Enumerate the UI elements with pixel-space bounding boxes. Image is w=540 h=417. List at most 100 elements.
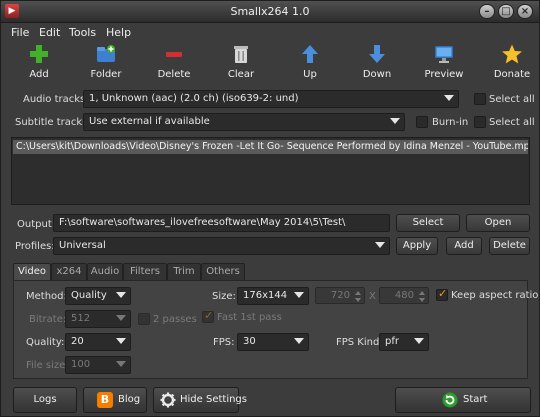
star-icon xyxy=(502,44,522,64)
chevron-down-icon xyxy=(116,292,126,298)
fps-kind-value: pfr xyxy=(385,336,399,347)
audio-select-all-checkbox[interactable] xyxy=(474,93,486,105)
fps-label: FPS: xyxy=(213,337,235,348)
size-select[interactable]: 176x144 xyxy=(237,287,309,305)
folder-icon xyxy=(97,45,115,62)
profiles-label: Profiles: xyxy=(15,241,55,252)
plus-icon xyxy=(30,45,48,63)
menu-edit[interactable]: Edit xyxy=(39,26,60,39)
blogger-icon: B xyxy=(97,392,113,408)
fps-kind-label: FPS Kind: xyxy=(336,337,383,348)
add-button[interactable]: Add xyxy=(6,43,72,80)
file-size-label: File size: xyxy=(26,360,69,371)
start-button[interactable]: Start xyxy=(395,387,531,413)
preview-label: Preview xyxy=(424,69,464,80)
method-select[interactable]: Quality xyxy=(65,287,131,305)
hide-settings-button[interactable]: Hide Settings xyxy=(153,387,247,413)
monitor-icon xyxy=(435,46,453,63)
blog-label: Blog xyxy=(118,394,141,405)
file-list[interactable]: C:\Users\kit\Downloads\Video\Disney's Fr… xyxy=(11,137,530,205)
output-path-field[interactable]: F:\software\softwares_ilovefreesoftware\… xyxy=(53,214,390,232)
donate-button[interactable]: Donate xyxy=(479,43,540,80)
preview-button[interactable]: Preview xyxy=(411,43,477,80)
logs-button[interactable]: Logs xyxy=(13,387,77,413)
logs-label: Logs xyxy=(33,394,57,405)
two-passes-label: 2 passes xyxy=(153,314,197,325)
tab-others[interactable]: Others xyxy=(201,263,245,280)
tab-trim[interactable]: Trim xyxy=(167,263,201,280)
menu-help[interactable]: Help xyxy=(106,26,131,39)
menu-tools[interactable]: Tools xyxy=(69,26,96,39)
dimension-separator: X xyxy=(369,291,376,302)
file-size-value: 100 xyxy=(71,359,91,370)
fast-first-pass-label: Fast 1st pass xyxy=(217,312,282,323)
tab-x264[interactable]: x264 xyxy=(51,263,87,280)
method-value: Quality xyxy=(71,290,107,301)
keep-aspect-ratio-label: Keep aspect ratio xyxy=(451,290,539,301)
stepper-up-icon[interactable] xyxy=(355,291,361,295)
maximize-icon[interactable]: □ xyxy=(498,4,514,19)
up-label: Up xyxy=(303,69,317,80)
add-profile-button[interactable]: Add xyxy=(446,237,482,255)
width-stepper[interactable]: 720 xyxy=(315,287,365,304)
subtitle-select-all-checkbox[interactable] xyxy=(474,116,486,128)
bitrate-select[interactable]: 512 xyxy=(65,310,131,328)
title-bar[interactable]: ▶ Smallx264 1.0 – □ × xyxy=(1,1,539,23)
tab-audio[interactable]: Audio xyxy=(87,263,123,280)
add-label: Add xyxy=(29,69,49,80)
subtitle-tracks-select[interactable]: Use external if available xyxy=(83,113,405,131)
subtitle-select-all-label: Select all xyxy=(489,117,535,128)
audio-tracks-value: 1, Unknown (aac) (2.0 ch) (iso639-2: und… xyxy=(89,93,299,104)
stepper-down-icon[interactable] xyxy=(419,298,425,302)
apply-profile-button[interactable]: Apply xyxy=(396,237,438,255)
fps-select[interactable]: 30 xyxy=(237,333,309,351)
chevron-down-icon xyxy=(414,338,424,344)
audio-tracks-label: Audio tracks: xyxy=(23,94,89,105)
select-output-button[interactable]: Select xyxy=(396,214,460,232)
minimize-icon[interactable]: – xyxy=(479,4,495,19)
clear-button[interactable]: Clear xyxy=(208,43,274,80)
size-value: 176x144 xyxy=(243,290,288,301)
start-label: Start xyxy=(463,394,488,405)
tab-video[interactable]: Video xyxy=(13,263,51,280)
stepper-up-icon[interactable] xyxy=(419,291,425,295)
blog-button[interactable]: B Blog xyxy=(83,387,147,413)
delete-button[interactable]: Delete xyxy=(141,43,207,80)
up-button[interactable]: Up xyxy=(277,43,343,80)
keep-aspect-ratio-checkbox[interactable] xyxy=(436,287,448,301)
folder-button[interactable]: Folder xyxy=(73,43,139,80)
arrow-up-icon xyxy=(302,45,318,63)
menu-bar: File Edit Tools Help xyxy=(1,24,539,41)
fps-kind-select[interactable]: pfr xyxy=(379,333,429,351)
audio-tracks-select[interactable]: 1, Unknown (aac) (2.0 ch) (iso639-2: und… xyxy=(83,90,459,108)
chevron-down-icon xyxy=(294,338,304,344)
burn-in-label: Burn-in xyxy=(432,117,469,128)
two-passes-checkbox[interactable] xyxy=(138,313,150,325)
quality-select[interactable]: 20 xyxy=(65,333,131,351)
tab-filters[interactable]: Filters xyxy=(123,263,167,280)
delete-profile-button[interactable]: Delete xyxy=(489,237,530,255)
file-size-select[interactable]: 100 xyxy=(65,356,131,374)
list-item[interactable]: C:\Users\kit\Downloads\Video\Disney's Fr… xyxy=(13,140,528,154)
fps-value: 30 xyxy=(243,336,256,347)
fast-first-pass-checkbox[interactable] xyxy=(202,309,214,323)
menu-file[interactable]: File xyxy=(11,26,29,39)
open-output-button[interactable]: Open xyxy=(466,214,530,232)
donate-label: Donate xyxy=(493,69,531,80)
chevron-down-icon xyxy=(116,338,126,344)
arrow-down-icon xyxy=(369,45,385,63)
width-value: 720 xyxy=(330,290,350,301)
down-button[interactable]: Down xyxy=(344,43,410,80)
stepper-down-icon[interactable] xyxy=(355,298,361,302)
chevron-down-icon xyxy=(116,315,126,321)
profiles-select[interactable]: Universal xyxy=(53,237,390,255)
audio-select-all-label: Select all xyxy=(489,94,535,105)
main-window: ▶ Smallx264 1.0 – □ × File Edit Tools He… xyxy=(0,0,540,417)
close-icon[interactable]: × xyxy=(517,4,533,19)
output-label: Output: xyxy=(17,219,56,230)
height-stepper[interactable]: 480 xyxy=(379,287,429,304)
bitrate-value: 512 xyxy=(71,313,91,324)
burn-in-checkbox[interactable] xyxy=(416,116,428,128)
delete-label: Delete xyxy=(157,69,191,80)
chevron-down-icon xyxy=(390,118,400,124)
